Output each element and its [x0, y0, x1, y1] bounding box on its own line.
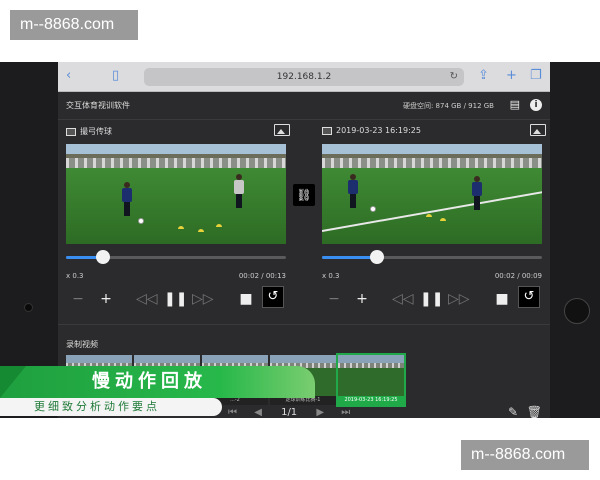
speed-down-icon[interactable]: −	[68, 288, 88, 310]
left-controls: − + ◁◁ ❚❚ ▷▷ ■ ↺	[66, 286, 292, 312]
sync-link-icon[interactable]: ⛓	[293, 184, 315, 206]
trash-icon[interactable]: 🗑	[527, 405, 542, 418]
film-icon	[322, 126, 332, 135]
back-icon[interactable]: ‹	[66, 68, 71, 84]
loop-icon[interactable]: ↺	[518, 286, 540, 308]
info-icon[interactable]: i	[530, 99, 542, 111]
left-panel-header: 撮弓传球	[66, 126, 112, 137]
left-panel-title: 撮弓传球	[80, 127, 112, 136]
right-panel-header: 2019-03-23 16:19:25	[322, 126, 421, 135]
speed-up-icon[interactable]: +	[96, 288, 116, 310]
url-bar[interactable]: 192.168.1.2 ↻	[144, 68, 464, 86]
left-time: 00:02 / 00:13	[238, 272, 286, 280]
reload-icon[interactable]: ↻	[450, 68, 458, 86]
right-progress-fill	[322, 256, 377, 259]
promo-subtitle-bar: 更细致分析动作要点	[0, 398, 222, 416]
pause-icon[interactable]: ❚❚	[164, 288, 187, 310]
step-back-icon[interactable]: ◁◁	[136, 288, 158, 310]
stop-icon[interactable]: ■	[236, 288, 256, 310]
step-back-icon[interactable]: ◁◁	[392, 288, 414, 310]
watermark-bottom: m--8868.com	[461, 440, 589, 470]
player-figure	[234, 174, 244, 208]
pause-icon[interactable]: ❚❚	[420, 288, 443, 310]
page-indicator: 1/1	[281, 407, 298, 418]
loop-icon[interactable]: ↺	[262, 286, 284, 308]
recording-thumbnail-selected[interactable]: 2019-03-23 16:19:25	[336, 353, 406, 407]
next-page-icon[interactable]: ▶	[316, 407, 324, 418]
snapshot-icon[interactable]	[530, 124, 546, 136]
new-tab-icon[interactable]: +	[506, 68, 517, 84]
promo-title: 慢动作回放	[92, 371, 207, 392]
prev-page-icon[interactable]: ◀	[254, 407, 262, 418]
recordings-pager: ⏮ ◀ 1/1 ▶ ⏭	[228, 407, 350, 418]
front-camera	[24, 303, 33, 312]
watermark-top: m--8868.com	[10, 10, 138, 40]
promo-subtitle: 更细致分析动作要点	[34, 400, 160, 413]
app-title: 交互体育视训软件	[66, 101, 130, 110]
right-scrubber[interactable]	[322, 248, 542, 268]
tabs-icon[interactable]: ❐	[530, 68, 542, 84]
step-forward-icon[interactable]: ▷▷	[448, 288, 470, 310]
right-panel-title: 2019-03-23 16:19:25	[336, 126, 421, 135]
toolbox-icon[interactable]: ▤	[510, 99, 520, 111]
right-scrubber-thumb[interactable]	[370, 250, 384, 264]
right-time: 00:02 / 00:09	[494, 272, 542, 280]
step-forward-icon[interactable]: ▷▷	[192, 288, 214, 310]
speed-up-icon[interactable]: +	[352, 288, 372, 310]
screenshot-root: m--8868.com ‹ ▯ 192.168.1.2 ↻ ⇪ + ❐ 交互体育…	[0, 0, 600, 480]
cone	[178, 226, 184, 229]
left-scrubber[interactable]	[66, 248, 286, 268]
ball	[370, 206, 376, 212]
last-page-icon[interactable]: ⏭	[341, 407, 350, 418]
right-controls: − + ◁◁ ❚❚ ▷▷ ■ ↺	[322, 286, 548, 312]
cone	[440, 218, 446, 221]
storage-indicator: 硬盘空间: 874 GB / 912 GB	[402, 102, 494, 110]
ball	[138, 218, 144, 224]
player-figure	[348, 174, 358, 208]
cone	[426, 214, 432, 217]
left-scrubber-thumb[interactable]	[96, 250, 111, 264]
tablet-screen: ‹ ▯ 192.168.1.2 ↻ ⇪ + ❐ 交互体育视训软件 硬盘空间: 8…	[58, 62, 550, 418]
recordings-title: 录制视频	[66, 340, 98, 349]
snapshot-icon[interactable]	[274, 124, 290, 136]
share-icon[interactable]: ⇪	[478, 68, 489, 84]
edit-icon[interactable]: ✎	[508, 405, 518, 418]
stop-icon[interactable]: ■	[492, 288, 512, 310]
first-page-icon[interactable]: ⏮	[228, 407, 237, 418]
promo-banner: 慢动作回放	[0, 366, 315, 398]
cone	[198, 229, 204, 232]
player-figure	[122, 182, 132, 216]
speed-down-icon[interactable]: −	[324, 288, 344, 310]
player-figure	[472, 176, 482, 210]
url-text: 192.168.1.2	[276, 72, 332, 82]
right-speed: x 0.3	[322, 272, 340, 280]
cone	[216, 224, 222, 227]
home-button[interactable]	[564, 298, 590, 324]
bookmarks-icon[interactable]: ▯	[112, 68, 119, 84]
browser-toolbar: ‹ ▯ 192.168.1.2 ↻ ⇪ + ❐	[58, 62, 550, 92]
right-video-frame[interactable]	[322, 144, 542, 244]
film-icon	[66, 127, 76, 136]
left-speed: x 0.3	[66, 272, 84, 280]
app-header: 交互体育视训软件 硬盘空间: 874 GB / 912 GB ▤ i	[58, 92, 550, 120]
left-video-frame[interactable]	[66, 144, 286, 244]
